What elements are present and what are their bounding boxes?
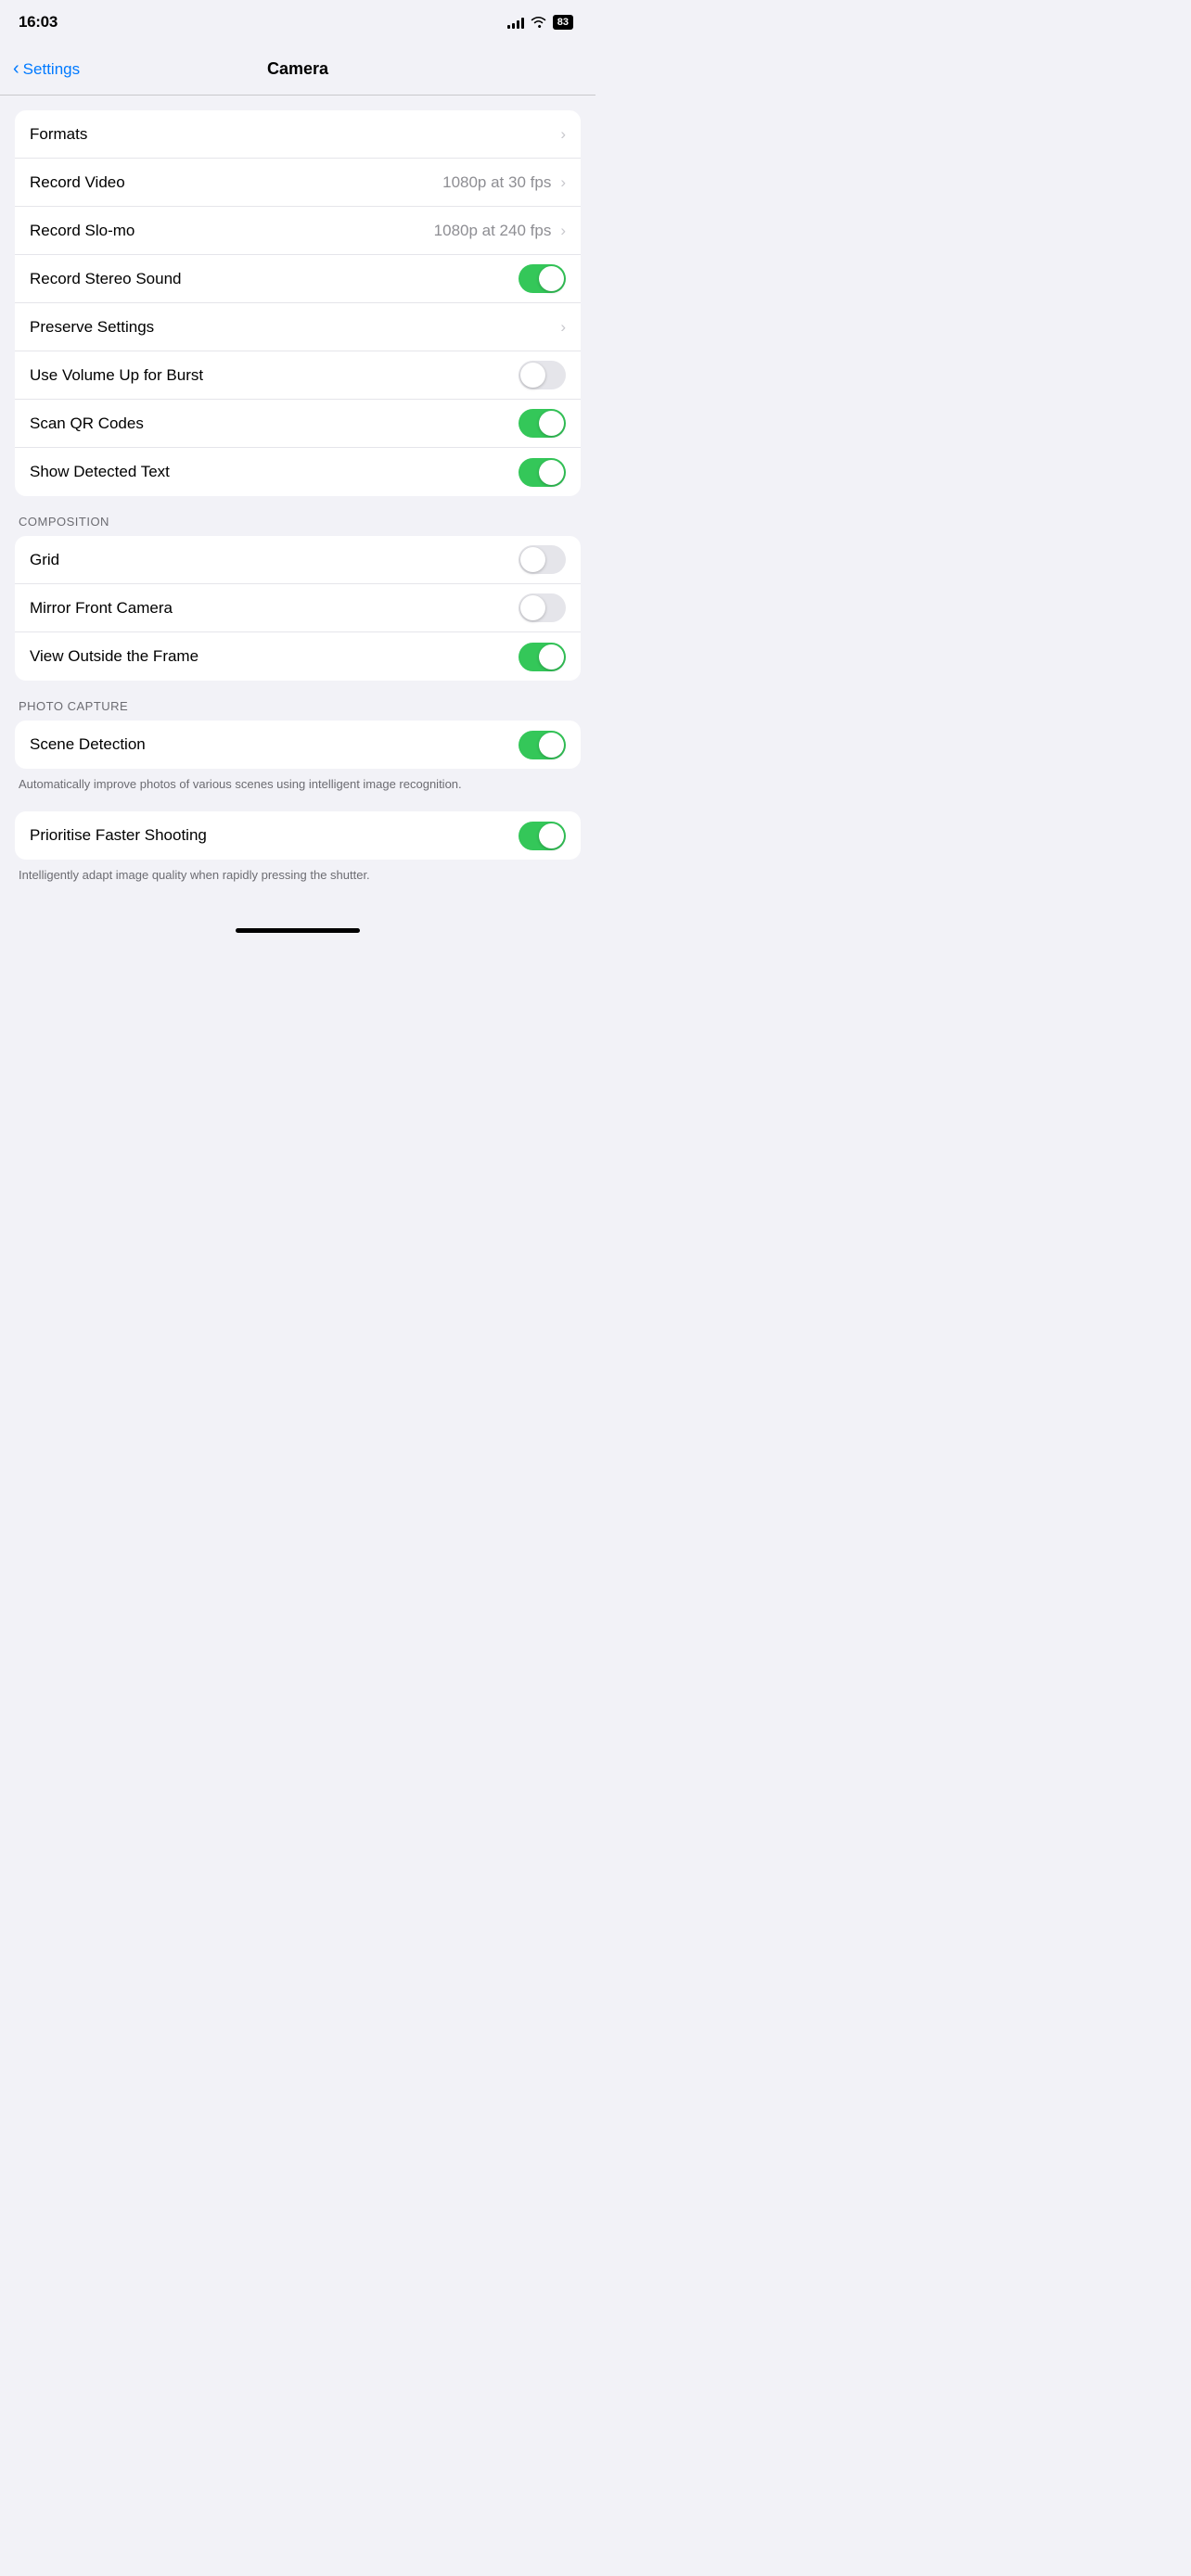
toggle-grid[interactable] (519, 545, 566, 574)
section-composition: COMPOSITION Grid Mirror Front Camera Vie… (0, 515, 596, 681)
row-preserve-settings[interactable]: Preserve Settings › (15, 303, 581, 351)
row-label-show-detected-text: Show Detected Text (30, 463, 519, 481)
row-scan-qr: Scan QR Codes (15, 400, 581, 448)
toggle-prioritise-faster[interactable] (519, 822, 566, 850)
toggle-thumb-grid (520, 547, 545, 572)
toggle-thumb-volume-burst (520, 363, 545, 388)
card-faster-shooting: Prioritise Faster Shooting (15, 811, 581, 860)
toggle-thumb-view-outside-frame (539, 644, 564, 670)
row-label-record-stereo-sound: Record Stereo Sound (30, 270, 519, 288)
section-header-composition: COMPOSITION (0, 515, 596, 536)
toggle-volume-burst[interactable] (519, 361, 566, 389)
row-value-record-slomo: 1080p at 240 fps (434, 222, 552, 240)
row-label-grid: Grid (30, 551, 519, 569)
row-label-mirror-front-camera: Mirror Front Camera (30, 599, 519, 618)
row-formats[interactable]: Formats › (15, 110, 581, 159)
row-label-scene-detection: Scene Detection (30, 735, 519, 754)
row-right-record-slomo: 1080p at 240 fps › (434, 222, 566, 240)
page-title: Camera (267, 59, 328, 79)
row-show-detected-text: Show Detected Text (15, 448, 581, 496)
toggle-view-outside-frame[interactable] (519, 643, 566, 671)
toggle-scan-qr[interactable] (519, 409, 566, 438)
toggle-thumb-scene-detection (539, 733, 564, 758)
row-label-prioritise-faster: Prioritise Faster Shooting (30, 826, 519, 845)
row-right-record-video: 1080p at 30 fps › (442, 173, 566, 192)
toggle-mirror-front-camera[interactable] (519, 593, 566, 622)
row-label-preserve-settings: Preserve Settings (30, 318, 560, 337)
row-mirror-front-camera: Mirror Front Camera (15, 584, 581, 632)
row-right-formats: › (560, 125, 566, 144)
content: Formats › Record Video 1080p at 30 fps ›… (0, 96, 596, 917)
toggle-record-stereo-sound[interactable] (519, 264, 566, 293)
section-footer-faster-shooting: Intelligently adapt image quality when r… (0, 860, 596, 884)
battery-icon: 83 (553, 15, 573, 30)
status-bar: 16:03 83 (0, 0, 596, 44)
back-chevron-icon: ‹ (13, 59, 19, 78)
back-label: Settings (23, 60, 80, 79)
toggle-thumb-mirror-front-camera (520, 595, 545, 620)
home-indicator (0, 917, 596, 940)
row-record-stereo-sound: Record Stereo Sound (15, 255, 581, 303)
row-record-slomo[interactable]: Record Slo-mo 1080p at 240 fps › (15, 207, 581, 255)
row-label-scan-qr: Scan QR Codes (30, 414, 519, 433)
battery-level: 83 (557, 17, 569, 28)
row-view-outside-frame: View Outside the Frame (15, 632, 581, 681)
toggle-thumb-show-detected-text (539, 460, 564, 485)
chevron-icon-record-video: › (560, 173, 566, 192)
section-footer-scene-detection: Automatically improve photos of various … (0, 769, 596, 793)
card-main: Formats › Record Video 1080p at 30 fps ›… (15, 110, 581, 496)
row-scene-detection: Scene Detection (15, 721, 581, 769)
toggle-thumb-record-stereo-sound (539, 266, 564, 291)
toggle-scene-detection[interactable] (519, 731, 566, 759)
row-prioritise-faster: Prioritise Faster Shooting (15, 811, 581, 860)
row-record-video[interactable]: Record Video 1080p at 30 fps › (15, 159, 581, 207)
back-button[interactable]: ‹ Settings (13, 60, 80, 79)
row-label-record-video: Record Video (30, 173, 442, 192)
section-main: Formats › Record Video 1080p at 30 fps ›… (0, 110, 596, 496)
row-volume-burst: Use Volume Up for Burst (15, 351, 581, 400)
section-header-photo-capture: PHOTO CAPTURE (0, 699, 596, 721)
section-photo-capture: PHOTO CAPTURE Scene Detection Automatica… (0, 699, 596, 793)
nav-bar: ‹ Settings Camera (0, 44, 596, 96)
row-label-view-outside-frame: View Outside the Frame (30, 647, 519, 666)
status-time: 16:03 (19, 13, 58, 32)
wifi-icon (531, 16, 546, 28)
row-label-volume-burst: Use Volume Up for Burst (30, 366, 519, 385)
row-label-formats: Formats (30, 125, 560, 144)
row-right-preserve-settings: › (560, 318, 566, 337)
chevron-icon-record-slomo: › (560, 222, 566, 240)
card-photo-capture: Scene Detection (15, 721, 581, 769)
home-bar (236, 928, 360, 933)
card-composition: Grid Mirror Front Camera View Outside th… (15, 536, 581, 681)
row-value-record-video: 1080p at 30 fps (442, 173, 551, 192)
signal-icon (507, 16, 524, 29)
toggle-show-detected-text[interactable] (519, 458, 566, 487)
status-icons: 83 (507, 15, 573, 30)
row-label-record-slomo: Record Slo-mo (30, 222, 434, 240)
row-grid: Grid (15, 536, 581, 584)
chevron-icon-preserve-settings: › (560, 318, 566, 337)
section-faster-shooting: Prioritise Faster Shooting Intelligently… (0, 811, 596, 884)
toggle-thumb-scan-qr (539, 411, 564, 436)
chevron-icon-formats: › (560, 125, 566, 144)
toggle-thumb-prioritise-faster (539, 823, 564, 848)
